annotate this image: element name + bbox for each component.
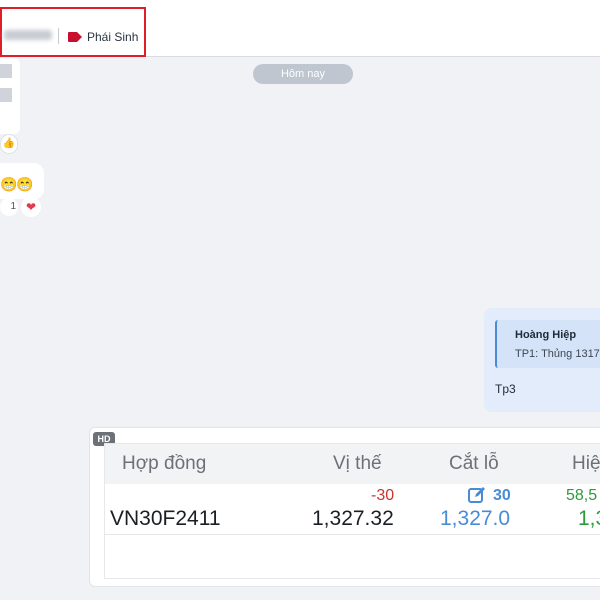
profit-value: 1,3 (578, 507, 600, 530)
reaction-count-badge[interactable]: 1 (0, 198, 18, 216)
thumbs-up-icon[interactable]: 👍 (0, 134, 18, 154)
heart-icon[interactable]: ❤ (21, 197, 41, 217)
header-profit: Hiệ (572, 453, 600, 474)
thumbnail (0, 88, 12, 102)
edit-icon[interactable] (468, 486, 486, 504)
emoji: 😁 (16, 176, 34, 192)
quote-author: Hoàng Hiệp (515, 329, 577, 341)
chat-tag-label[interactable]: Phái Sinh (87, 30, 138, 44)
tag-icon (68, 32, 82, 42)
reaction-count: 1 (10, 201, 16, 212)
message-text: Tp3 (495, 382, 516, 396)
header-stoploss: Cắt lỗ (449, 453, 499, 474)
header-separator (58, 28, 59, 44)
contract-code: VN30F2411 (110, 507, 221, 530)
header-position: Vị thế (333, 453, 382, 474)
quoted-message[interactable] (495, 320, 600, 368)
blurred-chat-name (4, 30, 52, 40)
stoploss-change: 30 (493, 487, 511, 504)
position-value: 1,327.32 (312, 507, 394, 530)
emoji: 😁 (0, 176, 18, 192)
profit-change: 58,5 (566, 487, 598, 504)
header-contract: Hợp đồng (122, 453, 207, 474)
quote-text: TP1: Thủng 1317 (515, 348, 600, 360)
thumbnail (0, 64, 12, 78)
row-divider (105, 534, 600, 535)
stoploss-value: 1,327.0 (440, 507, 511, 530)
date-divider: Hôm nay (253, 64, 353, 84)
position-change: -30 (371, 487, 395, 504)
left-message-card[interactable] (0, 58, 20, 134)
